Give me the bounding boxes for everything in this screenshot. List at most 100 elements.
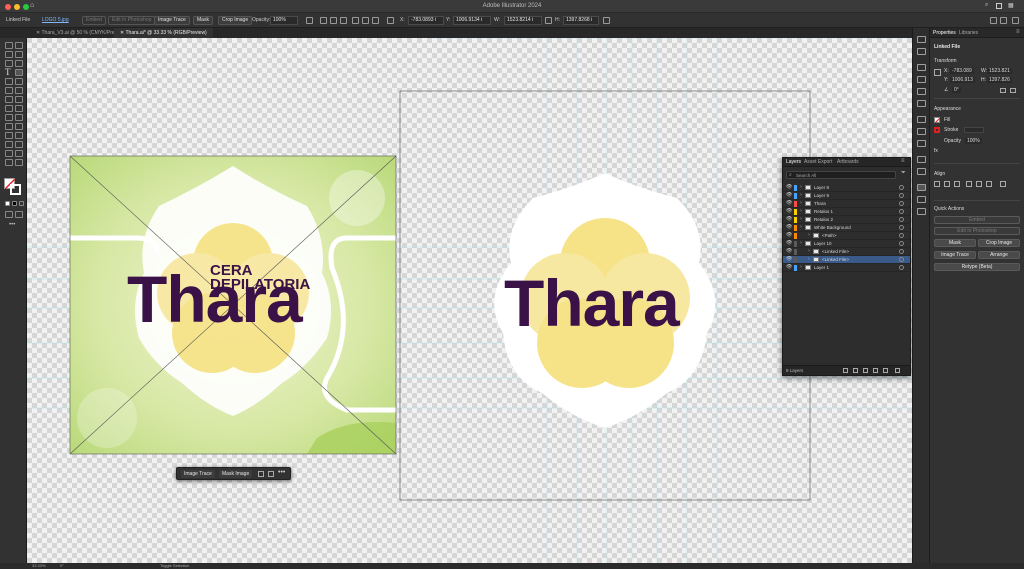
- zoom-level[interactable]: 33.33%: [32, 563, 46, 568]
- panel-layout-alt-icon[interactable]: [1000, 17, 1007, 24]
- ctx-embed-icon[interactable]: [258, 471, 264, 477]
- visibility-icon[interactable]: 👁: [786, 216, 792, 223]
- ctx-link-icon[interactable]: [268, 471, 274, 477]
- crop-image-button[interactable]: Crop Image: [218, 16, 253, 25]
- stroke-weight-field[interactable]: [964, 127, 984, 133]
- paintbrush-tool-icon[interactable]: [15, 78, 23, 85]
- align-center-icon[interactable]: [330, 17, 337, 24]
- arrange-button[interactable]: Arrange: [978, 251, 1020, 259]
- layer-row[interactable]: 👁 › <Path>: [783, 232, 910, 240]
- hand-tool-icon[interactable]: [5, 159, 13, 166]
- expand-arrow-icon[interactable]: ›: [808, 248, 810, 255]
- artboard-tool-icon[interactable]: [5, 150, 13, 157]
- expand-arrow-icon[interactable]: ›: [808, 256, 810, 263]
- target-icon[interactable]: [899, 217, 904, 222]
- align-top-icon[interactable]: [966, 181, 972, 187]
- align-to-icon[interactable]: [1000, 181, 1006, 187]
- ctx-more-icon[interactable]: •••: [278, 469, 285, 476]
- color-panel-icon[interactable]: [917, 64, 926, 71]
- opacity-field[interactable]: 100%: [965, 138, 982, 144]
- expand-arrow-icon[interactable]: ›: [800, 184, 802, 191]
- shaper-tool-icon[interactable]: [5, 87, 13, 94]
- more-tools-icon[interactable]: •••: [9, 222, 15, 228]
- new-layer-icon[interactable]: [873, 368, 878, 373]
- panel-layout-icon[interactable]: [990, 17, 997, 24]
- visibility-icon[interactable]: 👁: [786, 192, 792, 199]
- align-middle-icon[interactable]: [362, 17, 369, 24]
- stroke-swatch[interactable]: [934, 127, 940, 133]
- angle-field[interactable]: 0°: [952, 87, 961, 93]
- align-top-icon[interactable]: [352, 17, 359, 24]
- expand-arrow-icon[interactable]: ›: [800, 192, 802, 199]
- target-icon[interactable]: [899, 201, 904, 206]
- target-icon[interactable]: [899, 233, 904, 238]
- eraser-tool-icon[interactable]: [15, 87, 23, 94]
- align-right-icon[interactable]: [954, 181, 960, 187]
- expand-arrow-icon[interactable]: ›: [800, 224, 802, 231]
- align-right-icon[interactable]: [340, 17, 347, 24]
- layers-search-box[interactable]: ⌕ Search All: [786, 171, 896, 179]
- direct-selection-tool-icon[interactable]: [15, 42, 23, 49]
- embed-button[interactable]: Embed: [934, 216, 1020, 224]
- pen-tool-icon[interactable]: [5, 60, 13, 67]
- target-icon[interactable]: [899, 185, 904, 190]
- eyedropper-tool-icon[interactable]: [5, 132, 13, 139]
- zoom-tool-icon[interactable]: [15, 159, 23, 166]
- align-left-icon[interactable]: [934, 181, 940, 187]
- layer-row[interactable]: 👁 › <Linked File>: [783, 248, 910, 256]
- transparency-panel-icon[interactable]: [917, 140, 926, 147]
- arrange-documents-icon[interactable]: ▦: [1008, 2, 1014, 9]
- layer-row[interactable]: 👁 › Layer 9: [783, 192, 910, 200]
- y-field[interactable]: 1006.9134 i: [453, 16, 491, 25]
- opacity-field[interactable]: 100%: [270, 16, 298, 25]
- selection-tool-icon[interactable]: [5, 42, 13, 49]
- tab-thara-active[interactable]: ✕ Thara.ai* @ 33.33 % (RGB/Preview): [114, 28, 213, 38]
- w-field[interactable]: 1523.8214 i: [504, 16, 542, 25]
- panel-menu-icon[interactable]: ≡: [1016, 29, 1020, 35]
- mask-button[interactable]: Mask: [934, 239, 976, 247]
- make-clipping-mask-icon[interactable]: [853, 368, 858, 373]
- expand-arrow-icon[interactable]: ›: [800, 200, 802, 207]
- layer-row[interactable]: 👁 › Retalos 2: [783, 216, 910, 224]
- swatches-panel-icon[interactable]: [917, 76, 926, 83]
- target-icon[interactable]: [899, 225, 904, 230]
- rotate-view[interactable]: 0°: [60, 563, 64, 568]
- menu-icon[interactable]: [1012, 17, 1019, 24]
- layer-row[interactable]: 👁 › Layer 1: [783, 264, 910, 272]
- expand-arrow-icon[interactable]: ›: [800, 264, 802, 271]
- edit-photoshop-button[interactable]: Edit In Photoshop: [934, 227, 1020, 235]
- search-icon[interactable]: ⌕: [985, 2, 988, 9]
- transform-icon[interactable]: [306, 17, 313, 24]
- slice-tool-icon[interactable]: [15, 150, 23, 157]
- fx-icon[interactable]: fx: [934, 148, 938, 154]
- width-tool-icon[interactable]: [5, 105, 13, 112]
- embed-button[interactable]: Embed: [82, 16, 106, 25]
- layer-row[interactable]: 👁 › White Background: [783, 224, 910, 232]
- color-mode-icon[interactable]: [12, 201, 17, 206]
- visibility-icon[interactable]: 👁: [786, 224, 792, 231]
- edit-original-button[interactable]: Edit In Photoshop: [108, 16, 156, 25]
- tab-artboards[interactable]: Artboards: [837, 159, 859, 165]
- flip-horizontal-icon[interactable]: [1000, 88, 1006, 93]
- tab-properties[interactable]: Properties: [933, 30, 956, 36]
- reference-point-icon[interactable]: [934, 69, 941, 76]
- h-field[interactable]: 1397.826: [987, 77, 1012, 83]
- artboards-panel-icon[interactable]: [917, 196, 926, 203]
- graphic-styles-panel-icon[interactable]: [917, 168, 926, 175]
- constrain-proportions-icon[interactable]: [545, 17, 552, 24]
- target-icon[interactable]: [899, 241, 904, 246]
- expand-arrow-icon[interactable]: ›: [808, 232, 810, 239]
- align-left-icon[interactable]: [320, 17, 327, 24]
- draw-mode-icon[interactable]: [5, 211, 13, 218]
- layer-row[interactable]: 👁 › Layer 10: [783, 240, 910, 248]
- linked-file-name[interactable]: LOGO 5.jpg: [42, 17, 69, 23]
- visibility-icon[interactable]: 👁: [786, 240, 792, 247]
- visibility-icon[interactable]: 👁: [786, 248, 792, 255]
- visibility-icon[interactable]: 👁: [786, 232, 792, 239]
- filter-icon[interactable]: ⏷: [901, 170, 906, 177]
- scale-tool-icon[interactable]: [15, 96, 23, 103]
- rectangle-tool-icon[interactable]: [5, 78, 13, 85]
- expand-arrow-icon[interactable]: ›: [800, 208, 802, 215]
- target-icon[interactable]: [899, 193, 904, 198]
- blend-tool-icon[interactable]: [15, 132, 23, 139]
